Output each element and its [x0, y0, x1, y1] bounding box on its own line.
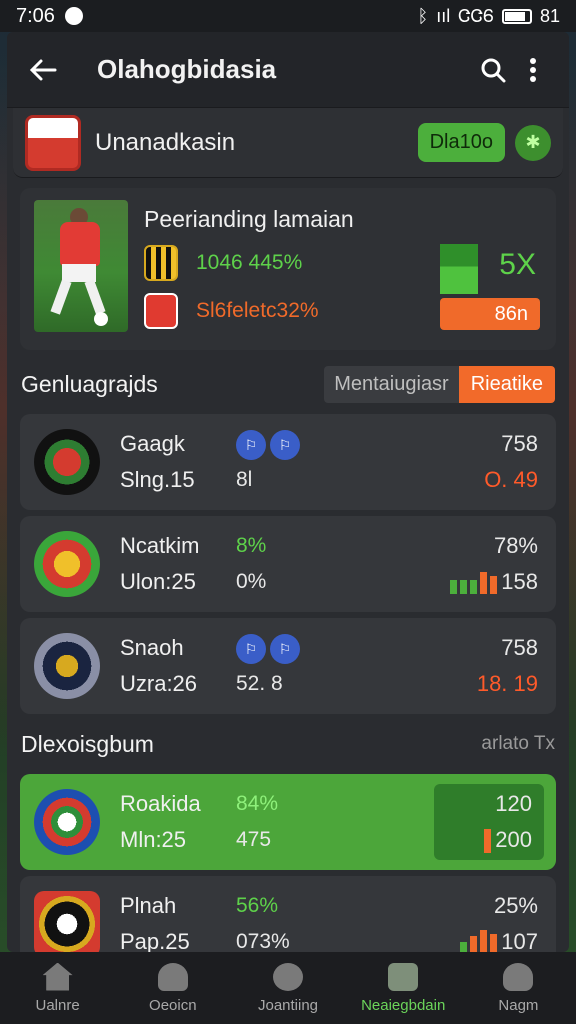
- team-sub: Ulon:25: [120, 569, 196, 594]
- nav-coach[interactable]: Oeoicn: [115, 952, 230, 1024]
- player-icon: ⚐: [236, 634, 266, 664]
- pinned-status-pill[interactable]: Dla10o: [417, 123, 505, 162]
- home-icon: [42, 962, 73, 991]
- featured-percentage: 5X: [499, 248, 536, 281]
- team-crest: [34, 429, 100, 495]
- nav-stats[interactable]: Neaiegbdain: [346, 952, 461, 1024]
- featured-chart: 5X 86n: [440, 244, 540, 330]
- nav-home[interactable]: Ualnre: [0, 952, 115, 1024]
- team-crest: [34, 633, 100, 699]
- status-time: 7:06: [16, 4, 55, 27]
- bluetooth-icon: ᛒ: [417, 5, 429, 26]
- team-crest: [34, 891, 100, 952]
- app-bar: Olahogbidasia: [7, 32, 569, 108]
- segment-active[interactable]: Rieatike: [458, 365, 555, 403]
- trend-bars: [450, 572, 498, 595]
- team-stat: 0%: [236, 570, 267, 593]
- team-crest: [34, 789, 100, 855]
- team-sub: Uzra:26: [120, 671, 198, 696]
- team-name: Gaagk: [120, 431, 185, 456]
- section-link[interactable]: arlato Tx: [481, 733, 555, 755]
- team-score-top: 120: [495, 791, 532, 816]
- team-score-top: 78%: [493, 533, 538, 558]
- list-item[interactable]: Gaagk Slng.15 ⚐ ⚐ 8l 758 O. 49: [20, 414, 556, 510]
- arrow-left-icon[interactable]: [23, 50, 63, 90]
- team-stat: 8l: [236, 468, 253, 491]
- player-photo: [34, 200, 128, 332]
- nav-profile[interactable]: Nagm: [461, 952, 576, 1024]
- player-icon: ⚐: [270, 634, 300, 664]
- team-stat-pct: 56%: [236, 894, 279, 917]
- pinned-team-row[interactable]: Unanadkasin Dla10o ✱: [13, 108, 563, 178]
- team-stat-pct: 84%: [236, 792, 279, 815]
- team-score-bottom: 200: [495, 827, 532, 852]
- team-name: Snaoh: [120, 635, 184, 660]
- ball-icon: [273, 962, 303, 991]
- nav-matches[interactable]: Joantiing: [230, 952, 345, 1024]
- stats-icon: [388, 962, 419, 991]
- battery-icon: [501, 8, 532, 24]
- nav-label: Oeoicn: [149, 996, 197, 1014]
- player-icon: ⚐: [236, 430, 266, 460]
- featured-stat-1: 1046 445%: [196, 251, 303, 274]
- player-icon: ⚐: [270, 430, 300, 460]
- team-score-bottom: 107: [501, 929, 538, 952]
- team-name: Roakida: [120, 791, 201, 816]
- notification-icon: [64, 7, 83, 25]
- nav-label: Neaiegbdain: [361, 996, 446, 1014]
- section-title-2: Dlexoisgbum: [21, 730, 154, 757]
- featured-match-card[interactable]: Peerianding lamaian 1046 445% Sl6feletc3…: [20, 188, 556, 350]
- list-item[interactable]: Plnah Pap.25 56% 073% 25% 107: [20, 876, 556, 952]
- more-vert-icon[interactable]: [513, 50, 553, 90]
- pinned-team-name: Unanadkasin: [95, 128, 236, 156]
- featured-stat-2: Sl6feletc32%: [196, 299, 319, 322]
- team-score-top: 758: [501, 635, 538, 660]
- team-sub: Mln:25: [120, 827, 187, 852]
- battery-level: 81: [539, 5, 560, 26]
- team-crest: [25, 114, 81, 171]
- trend-bars: [484, 829, 492, 854]
- team-score-bottom: 18. 19: [476, 671, 538, 696]
- team-stat-pct: 8%: [236, 534, 267, 557]
- team-crest-yellow: [144, 245, 178, 281]
- list-item[interactable]: Snaoh Uzra:26 ⚐ ⚐ 52. 8 758 18. 19: [20, 618, 556, 714]
- status-bar: 7:06 ᛒ ııl ᏣᏣᏮ 81: [0, 0, 576, 32]
- trend-bars: [460, 930, 498, 952]
- segment-inactive[interactable]: Mentaiugiasr: [324, 365, 459, 403]
- search-icon[interactable]: [473, 50, 513, 90]
- segmented-control: Mentaiugiasr Rieatike: [324, 365, 555, 403]
- bottom-navigation: Ualnre Oeoicn Joantiing Neaiegbdain Nagm: [0, 952, 576, 1024]
- featured-title: Peerianding lamaian: [144, 206, 354, 232]
- team-crest-red: [144, 293, 178, 329]
- network-icon: ᏣᏣᏮ: [458, 5, 494, 26]
- section-title-1: Genluagrajds: [21, 370, 158, 397]
- team-score-bottom: O. 49: [484, 467, 538, 492]
- team-stat: 073%: [236, 930, 290, 952]
- team-name: Ncatkim: [120, 533, 200, 558]
- team-score-bottom: 158: [501, 569, 538, 594]
- team-score-top: 25%: [493, 893, 538, 918]
- nav-label: Nagm: [498, 996, 539, 1014]
- team-sub: Slng.15: [120, 467, 195, 492]
- section-header-2: Dlexoisgbum arlato Tx: [7, 720, 569, 768]
- signal-icon: ııl: [436, 5, 451, 26]
- app-window: Olahogbidasia Unanadkasin Dla10o ✱ Peeri…: [7, 32, 569, 952]
- list-item-selected[interactable]: Roakida Mln:25 84% 475 120 200: [20, 774, 556, 870]
- team-crest: [34, 531, 100, 597]
- coach-icon: [157, 962, 188, 991]
- team-stat: 475: [236, 828, 272, 851]
- list-item[interactable]: Ncatkim Ulon:25 8% 0% 78% 158: [20, 516, 556, 612]
- team-stat: 52. 8: [236, 672, 283, 695]
- nav-label: Joantiing: [257, 996, 319, 1014]
- nav-label: Ualnre: [35, 996, 80, 1014]
- featured-value-box: 86n: [440, 298, 540, 330]
- page-title: Olahogbidasia: [97, 54, 277, 84]
- team-sub: Pap.25: [120, 929, 190, 952]
- profile-icon: [503, 962, 534, 991]
- section-header-1: Genluagrajds Mentaiugiasr Rieatike: [7, 360, 569, 408]
- team-name: Plnah: [120, 893, 177, 918]
- team-score-top: 758: [501, 431, 538, 456]
- refresh-icon[interactable]: ✱: [515, 124, 551, 161]
- featured-bar: [440, 244, 478, 294]
